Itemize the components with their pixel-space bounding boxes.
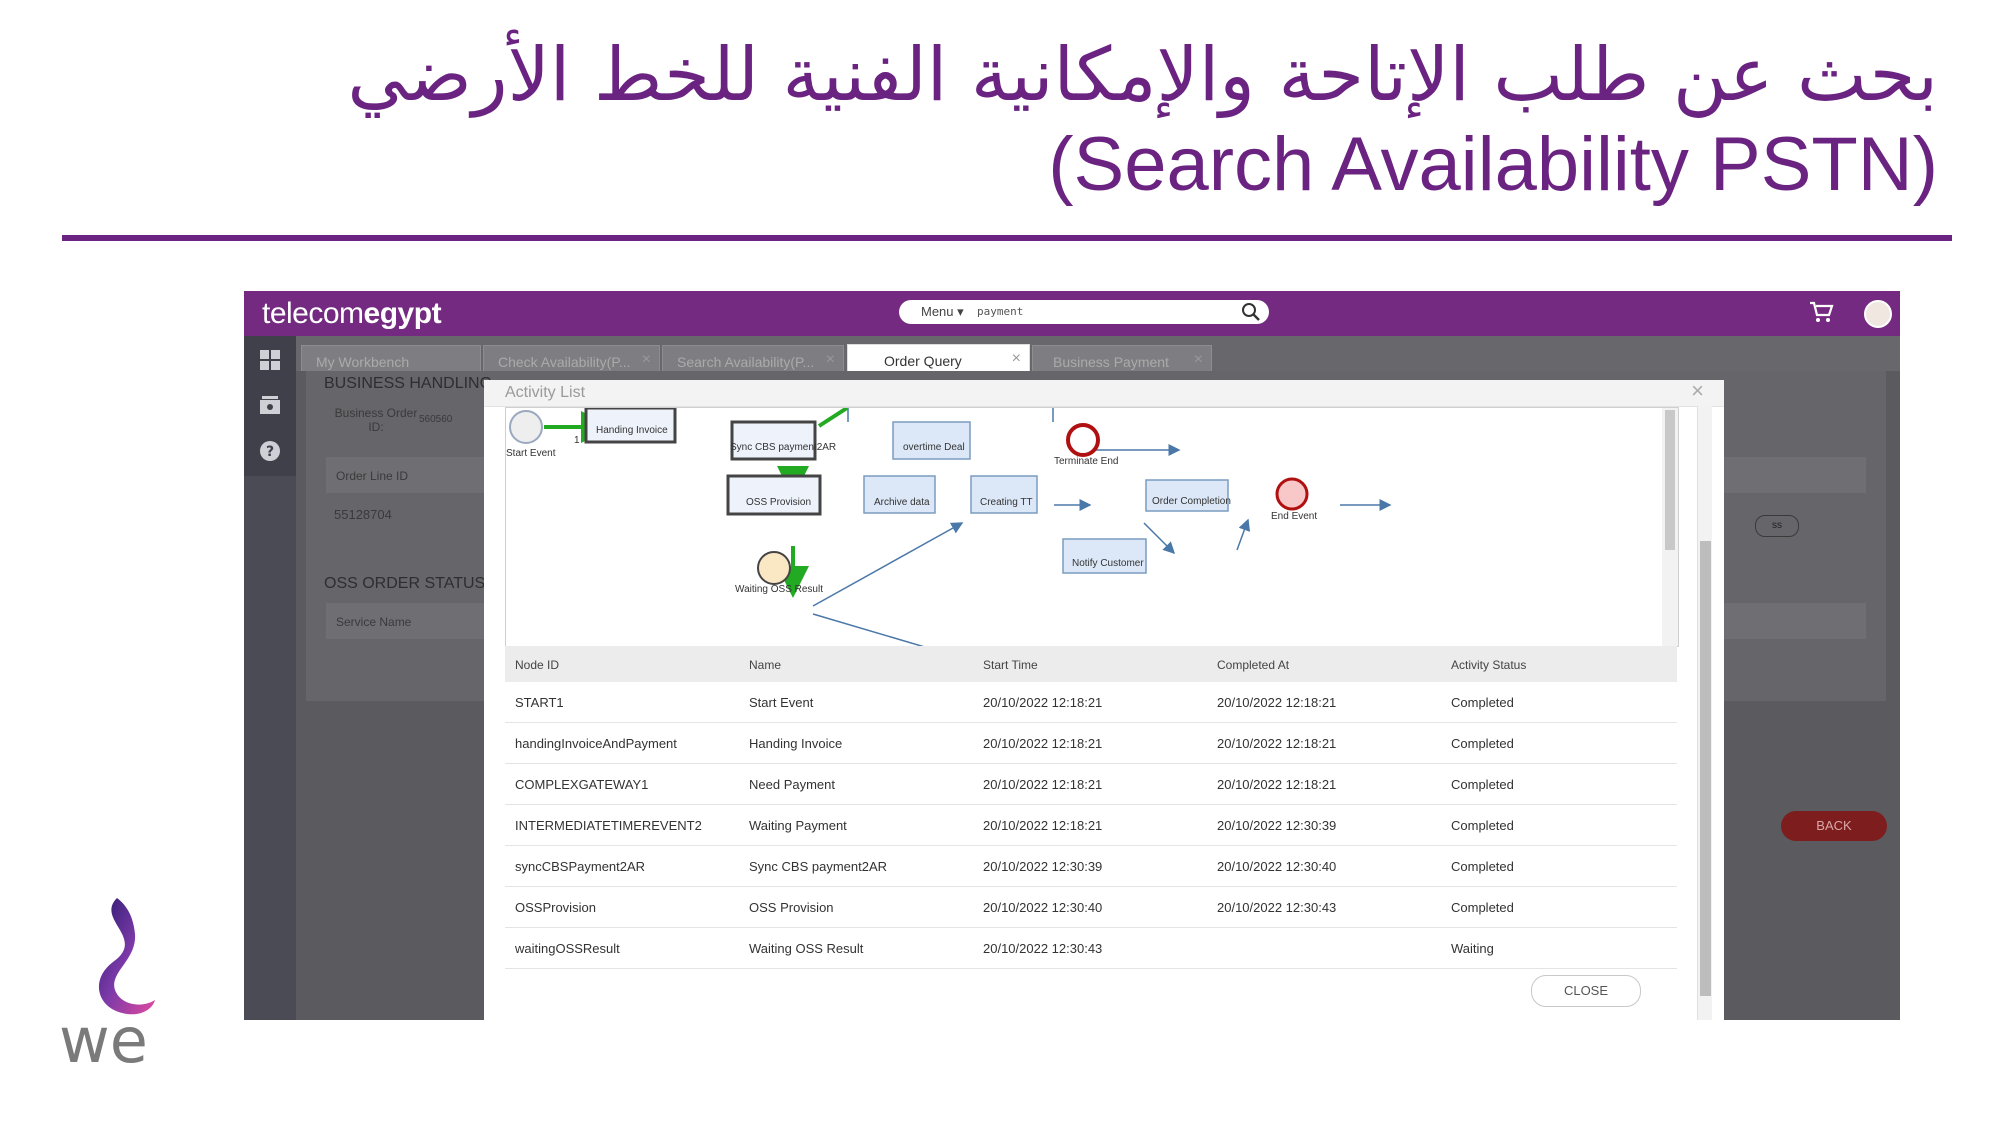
menu-dropdown[interactable]: Menu ▾	[921, 304, 964, 320]
table-row[interactable]: syncCBSPayment2AR Sync CBS payment2AR 20/1…	[505, 846, 1677, 887]
diagram-node-label: overtime Deal	[903, 442, 965, 453]
diagram-node-label: Start Event	[506, 448, 556, 459]
diagram-node-label: OSS Provision	[746, 497, 811, 508]
column-header[interactable]: Activity Status	[1451, 658, 1526, 672]
table-row[interactable]: START1 Start Event 20/10/2022 12:18:21 20/1…	[505, 682, 1677, 723]
diagram-node-label: Sync CBS payment2AR	[730, 442, 836, 453]
tab-business-payment[interactable]: Business Payment ×	[1032, 345, 1212, 372]
diagram-scrollbar[interactable]	[1662, 408, 1678, 646]
diagram-node-label: Handing Invoice	[596, 425, 668, 436]
left-rail: ?	[244, 336, 296, 1020]
cart-icon[interactable]	[1808, 300, 1834, 329]
section-heading: OSS ORDER STATUS	[324, 575, 486, 592]
tab-search-availability[interactable]: Search Availability(P... ×	[662, 345, 844, 372]
close-icon[interactable]: ×	[1012, 350, 1021, 368]
diagram-node-label: Terminate End	[1054, 456, 1118, 467]
column-header[interactable]: Node ID	[515, 658, 559, 672]
we-logo: we	[55, 890, 195, 1077]
svg-text:1: 1	[574, 435, 580, 446]
slide-title-english: (Search Availability PSTN)	[1048, 122, 1938, 207]
top-bar: telecomegypt Menu ▾ payment	[244, 291, 1900, 336]
table-row[interactable]: INTERMEDIATETIMEREVENT2 Waiting Payment 20…	[505, 805, 1677, 846]
service-name-label: Service Name	[336, 615, 412, 629]
diagram-node-label: End Event	[1271, 511, 1317, 522]
activity-table: Node ID Name Start Time Completed At Act…	[505, 646, 1677, 969]
diagram-node-label: Archive data	[874, 497, 930, 508]
title-divider	[62, 235, 1952, 241]
diagram-node-label: Notify Customer	[1072, 558, 1144, 569]
table-row[interactable]: handingInvoiceAndPayment Handing Invoice 2…	[505, 723, 1677, 764]
column-header[interactable]: Start Time	[983, 658, 1038, 672]
table-row[interactable]: OSSProvision OSS Provision 20/10/2022 12:3…	[505, 887, 1677, 928]
brand-logo: telecomegypt	[262, 297, 442, 330]
search-icon[interactable]	[1241, 302, 1261, 327]
we-logo-text: we	[59, 1004, 148, 1070]
diagram-node-label: Waiting OSS Result	[735, 584, 823, 595]
background-pill-button[interactable]: ss	[1755, 515, 1799, 537]
global-search[interactable]: Menu ▾ payment	[899, 300, 1269, 324]
diagram-node-label: Creating TT	[980, 497, 1033, 508]
close-button[interactable]: CLOSE	[1531, 975, 1641, 1007]
tab-my-workbench[interactable]: My Workbench	[301, 345, 481, 372]
section-heading: BUSINESS HANDLING	[324, 375, 493, 392]
monitor-icon[interactable]	[258, 394, 282, 418]
dialog-scrollbar[interactable]	[1697, 406, 1712, 1020]
order-id-value: 560560	[419, 414, 453, 425]
column-header[interactable]: Name	[749, 658, 781, 672]
close-icon[interactable]: ×	[642, 351, 651, 369]
close-icon[interactable]: ×	[1194, 351, 1203, 369]
close-icon[interactable]: ×	[826, 351, 835, 369]
diagram-node-label: Order Completion	[1152, 496, 1231, 507]
help-icon[interactable]: ?	[258, 439, 282, 463]
dialog-title: Activity List	[505, 384, 586, 401]
tab-check-availability[interactable]: Check Availability(P... ×	[483, 345, 660, 372]
slide-title: بحث عن طلب الإتاحة والإمكانية الفنية للخ…	[138, 30, 1938, 210]
workbench-icon[interactable]	[258, 348, 282, 372]
avatar[interactable]	[1864, 300, 1892, 328]
column-header[interactable]: Completed At	[1217, 658, 1289, 672]
order-line-label: Order Line ID	[336, 469, 409, 483]
svg-text:?: ?	[266, 444, 274, 460]
tab-bar: My Workbench Check Availability(P... × Se…	[296, 336, 1900, 372]
search-input[interactable]: payment	[977, 305, 1023, 318]
table-row[interactable]: waitingOSSResult Waiting OSS Result 20/10/…	[505, 928, 1677, 969]
order-id-label: Business Order ID:	[334, 406, 418, 434]
table-header: Node ID Name Start Time Completed At Act…	[505, 646, 1677, 682]
table-row[interactable]: COMPLEXGATEWAY1 Need Payment 20/10/2022 12…	[505, 764, 1677, 805]
back-button[interactable]: BACK	[1781, 811, 1887, 841]
order-line-value: 55128704	[334, 507, 392, 522]
close-icon[interactable]: ×	[1691, 378, 1704, 404]
slide-title-arabic: بحث عن طلب الإتاحة والإمكانية الفنية للخ…	[347, 32, 1938, 118]
tab-order-query[interactable]: Order Query ×	[847, 344, 1030, 372]
process-diagram[interactable]: Start Event 1 Handing Invoice Sync CBS p…	[505, 407, 1679, 647]
activity-list-dialog: Activity List × Start Event 1 Handing In…	[484, 378, 1724, 1020]
